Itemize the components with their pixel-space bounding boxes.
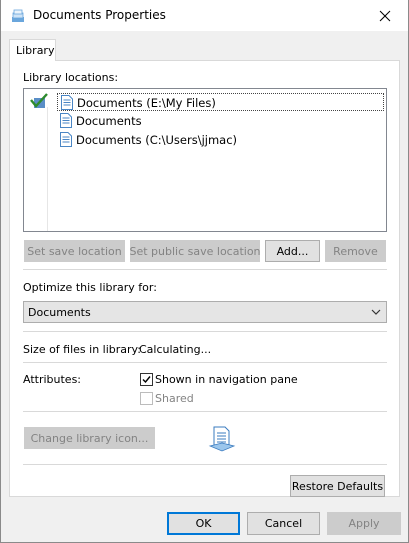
close-button[interactable] [362,0,408,31]
add-button[interactable]: Add... [265,240,320,262]
library-location-item[interactable]: Documents (C:\Users\jjmac) [57,131,384,149]
tree-line [47,107,48,231]
apply-button[interactable]: Apply [327,512,401,535]
chevron-down-icon [371,309,381,315]
separator [23,331,387,332]
library-location-item[interactable]: Documents (E:\My Files) [57,93,384,111]
tab-library[interactable]: Library [9,39,56,61]
document-library-icon [61,95,73,110]
optimize-select[interactable]: Documents [23,301,387,323]
library-location-label: Documents (C:\Users\jjmac) [76,133,238,147]
cancel-button[interactable]: Cancel [247,512,320,535]
document-library-icon [208,426,236,452]
library-icon [12,9,24,22]
window-title: Documents Properties [33,8,166,22]
ok-button[interactable]: OK [167,512,240,535]
close-icon [379,10,391,21]
size-value: Calculating... [139,343,212,356]
size-label: Size of files in library: [23,343,141,356]
library-location-item[interactable]: Documents [57,112,384,130]
set-save-location-button[interactable]: Set save location [24,240,125,262]
shown-in-navigation-label: Shown in navigation pane [155,373,298,386]
checkmark-icon [30,93,48,108]
properties-dialog: Documents Properties Library Library loc… [0,0,409,543]
tab-label: Library [16,44,55,57]
checkmark-icon [142,376,151,384]
separator [23,362,387,363]
document-library-icon [60,113,72,128]
separator [23,411,387,412]
document-library-icon [60,132,72,147]
separator [23,269,387,270]
shared-checkbox[interactable] [140,392,153,405]
library-locations-label: Library locations: [23,71,119,84]
restore-defaults-button[interactable]: Restore Defaults [290,475,385,497]
title-bar[interactable]: Documents Properties [1,0,408,31]
set-public-save-location-button[interactable]: Set public save location [129,240,261,262]
shared-label: Shared [155,392,194,405]
library-location-label: Documents (E:\My Files) [77,96,216,110]
optimize-select-value: Documents [28,306,91,319]
library-locations-list[interactable]: Documents (E:\My Files) Documents Docume… [23,88,387,232]
attributes-label: Attributes: [23,373,82,386]
optimize-label: Optimize this library for: [23,281,157,294]
separator [23,464,387,465]
library-location-label: Documents [76,114,142,128]
change-library-icon-button[interactable]: Change library icon... [24,427,155,449]
shown-in-navigation-checkbox[interactable] [140,373,153,386]
remove-button[interactable]: Remove [325,240,386,262]
